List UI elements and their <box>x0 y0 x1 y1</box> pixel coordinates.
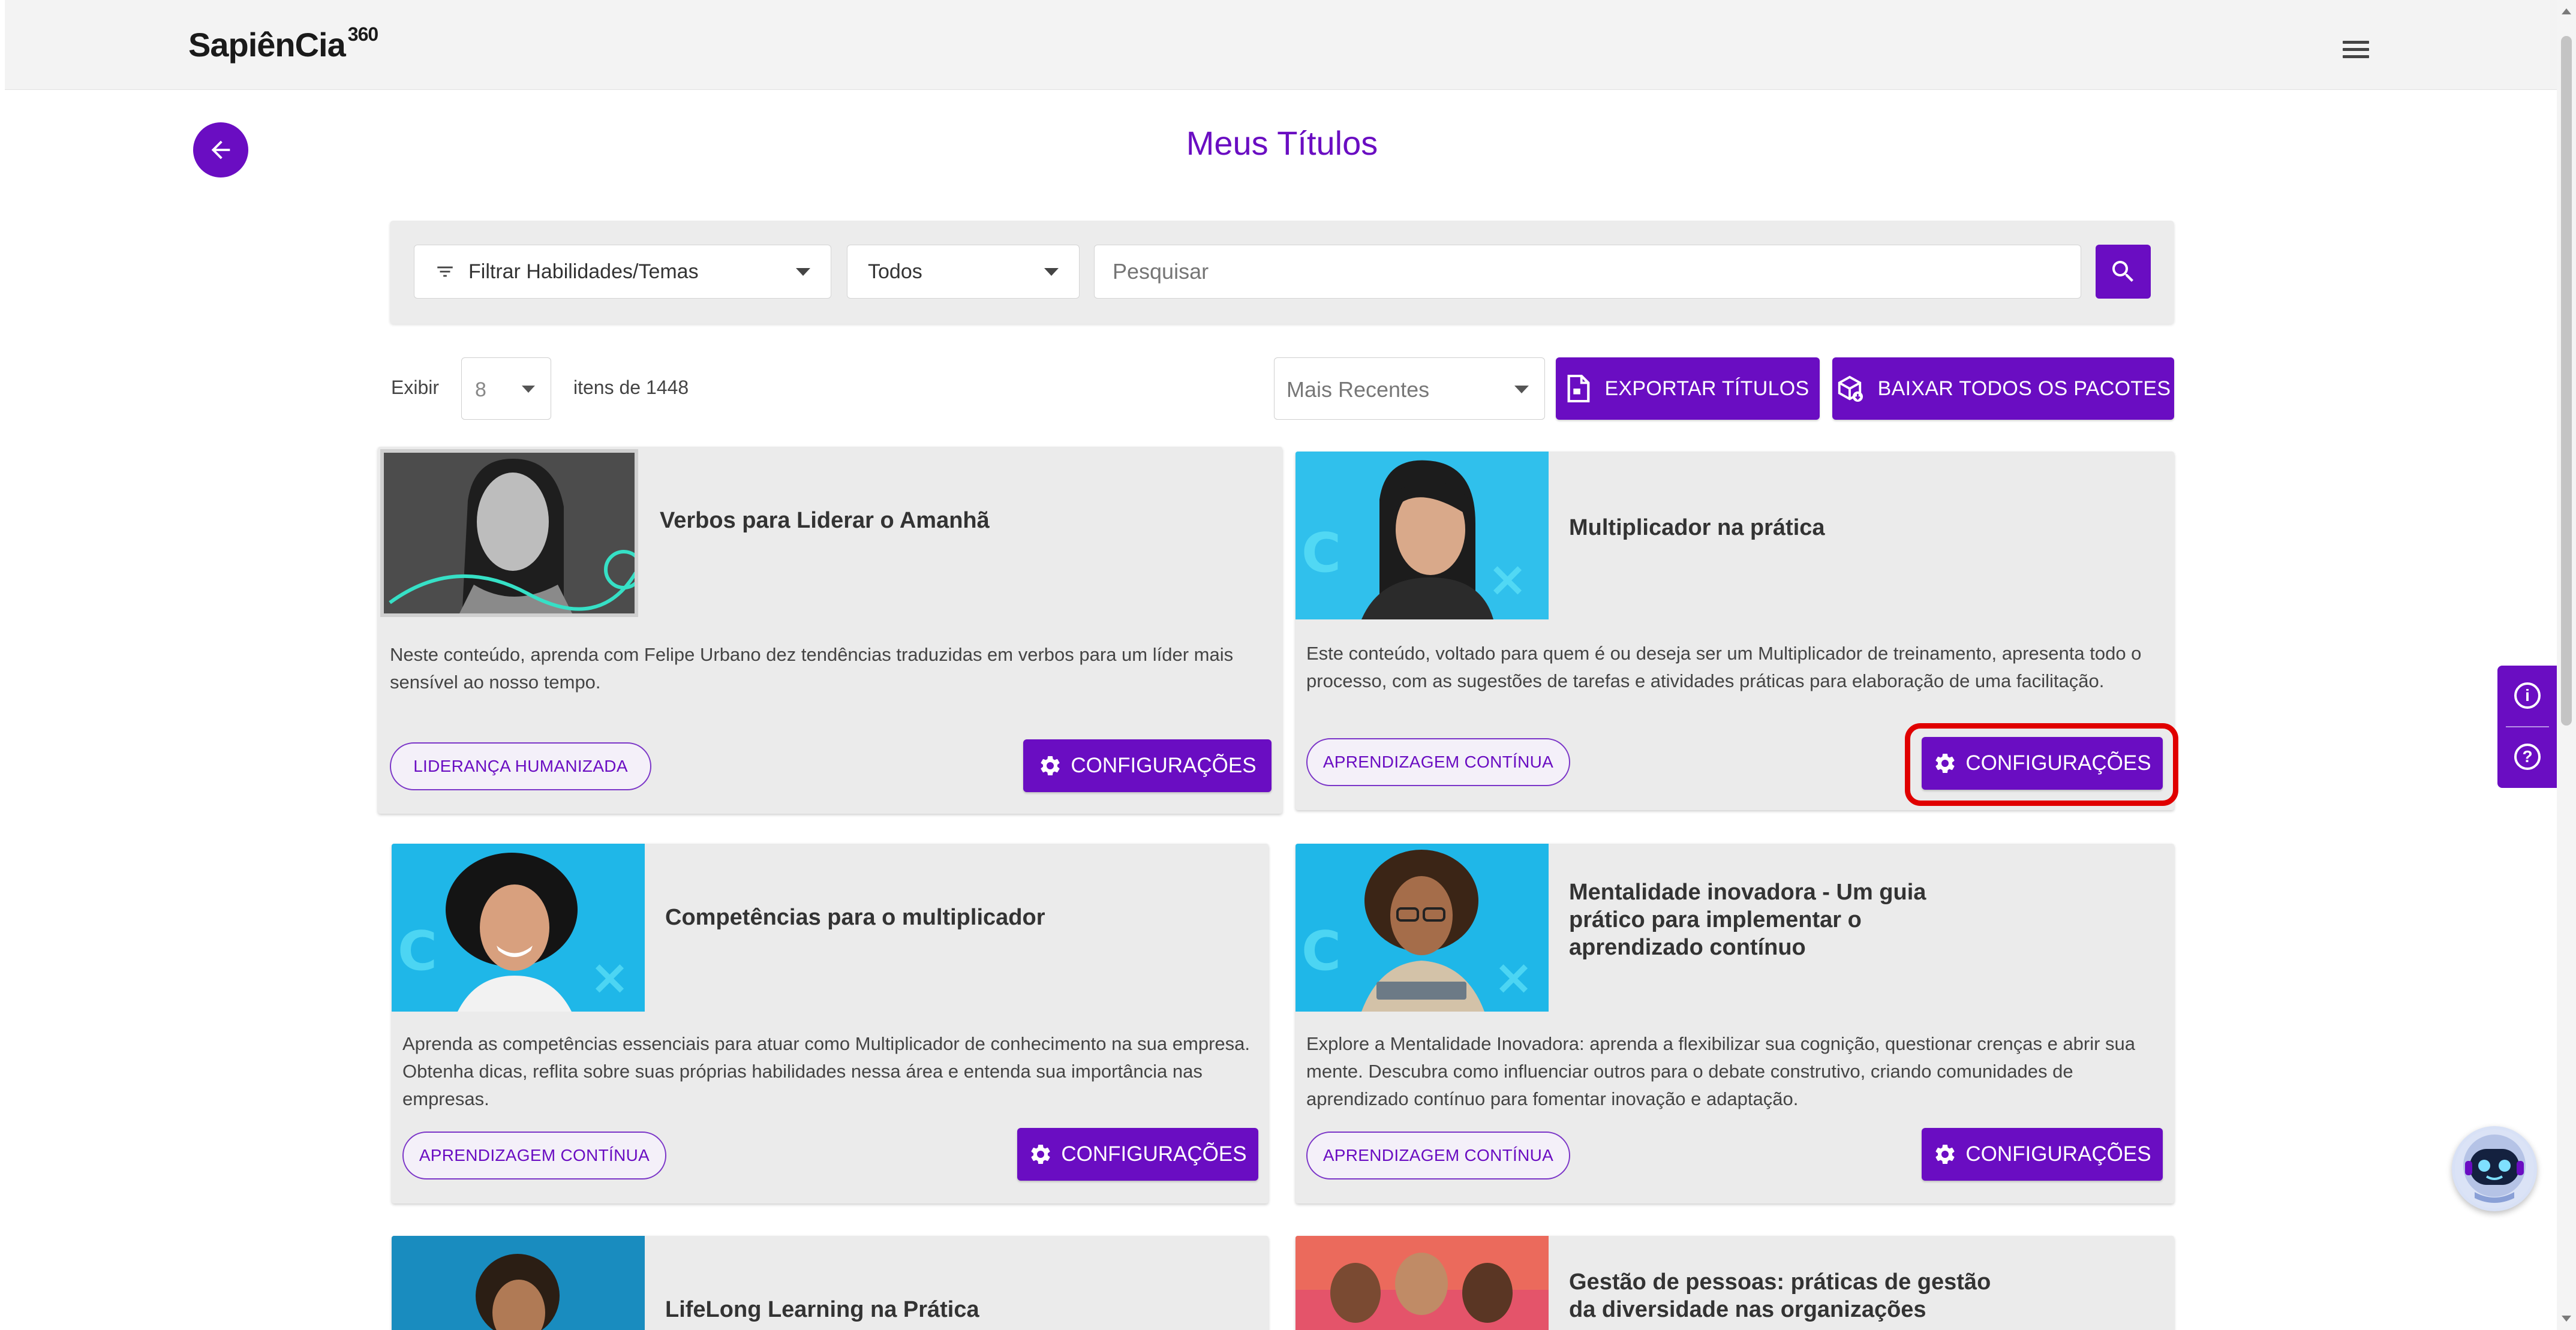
settings-button-label: CONFIGURAÇÕES <box>1965 1142 2151 1166</box>
hamburger-icon[interactable] <box>2343 41 2369 58</box>
search-button[interactable] <box>2096 245 2151 299</box>
card-title-line: prático para implementar o <box>1569 907 1862 932</box>
card-description-line: Neste conteúdo, aprenda com Felipe Urban… <box>390 644 1234 665</box>
card-title[interactable]: Mentalidade inovadora - Um guia prático … <box>1569 878 1926 961</box>
scroll-up-icon[interactable] <box>2562 8 2571 14</box>
svg-text:C: C <box>1301 920 1341 983</box>
filter-bar: Filtrar Habilidades/Temas Todos <box>390 221 2174 324</box>
card-title-line: aprendizado contínuo <box>1569 935 1806 960</box>
per-page-select[interactable]: 8 <box>461 357 551 420</box>
card-thumbnail: C × <box>1295 452 1549 619</box>
settings-button-label: CONFIGURAÇÕES <box>1071 754 1257 777</box>
settings-button[interactable]: CONFIGURAÇÕES <box>1023 739 1272 792</box>
svg-text:×: × <box>1487 551 1528 607</box>
card-title[interactable]: Multiplicador na prática <box>1569 514 1825 541</box>
topic-tag[interactable]: APRENDIZAGEM CONTÍNUA <box>1306 738 1570 786</box>
title-card[interactable]: Verbos para Liderar o Amanhã Neste conte… <box>378 447 1282 814</box>
card-description-line: Obtenha dicas, reflita sobre suas própri… <box>402 1061 1203 1082</box>
per-page-value: 8 <box>475 378 486 401</box>
card-description-line: aprendizado contínuo para fomentar inova… <box>1306 1088 1799 1109</box>
card-description: Aprenda as competências essenciais para … <box>402 1030 1250 1113</box>
card-description: Este conteúdo, voltado para quem é ou de… <box>1306 640 2141 695</box>
title-card[interactable]: LifeLong Learning na Prática <box>392 1236 1269 1330</box>
card-title[interactable]: Gestão de pessoas: práticas de gestão da… <box>1569 1268 1991 1323</box>
card-description-line: mente. Descubra como influenciar outros … <box>1306 1061 2073 1082</box>
card-title-line: Mentalidade inovadora - Um guia <box>1569 880 1926 905</box>
chevron-down-icon <box>1044 268 1059 276</box>
card-title-line: da diversidade nas organizações <box>1569 1297 1926 1322</box>
card-thumbnail: C × <box>1295 844 1549 1012</box>
svg-text:C: C <box>1301 522 1341 585</box>
card-description-line: empresas. <box>402 1088 489 1109</box>
filter-list-icon <box>437 266 453 277</box>
back-button[interactable] <box>193 122 248 177</box>
highlight-box <box>1905 723 2178 806</box>
gear-icon <box>1031 1145 1050 1164</box>
settings-button[interactable]: CONFIGURAÇÕES <box>1017 1128 1258 1181</box>
exibir-label: Exibir <box>391 377 440 398</box>
search-icon <box>2112 261 2133 282</box>
topic-tag[interactable]: APRENDIZAGEM CONTÍNUA <box>1306 1132 1570 1179</box>
document-export-icon <box>1567 375 1590 402</box>
chevron-down-icon <box>1514 386 1529 393</box>
gear-icon <box>1041 756 1060 775</box>
card-title[interactable]: Verbos para Liderar o Amanhã <box>660 507 990 534</box>
chevron-down-icon <box>796 268 810 276</box>
sort-select[interactable]: Mais Recentes <box>1274 357 1545 420</box>
page-scrollbar[interactable] <box>2557 0 2576 1330</box>
download-all-packages-button[interactable]: BAIXAR TODOS OS PACOTES <box>1832 357 2174 420</box>
skills-filter-label: Filtrar Habilidades/Temas <box>468 260 699 283</box>
settings-button-label: CONFIGURAÇÕES <box>1061 1142 1247 1166</box>
export-titles-label: EXPORTAR TÍTULOS <box>1604 377 1809 400</box>
card-description: Neste conteúdo, aprenda com Felipe Urban… <box>390 641 1233 696</box>
page-title: Meus Títulos <box>1186 124 1378 162</box>
card-thumbnail <box>380 449 638 617</box>
chatbot-assistant-button[interactable] <box>2452 1126 2537 1211</box>
skills-filter-select[interactable]: Filtrar Habilidades/Temas <box>414 245 831 299</box>
logo-text: SapiênCia <box>188 26 346 64</box>
title-card[interactable]: C × Mentalidade inovadora - Um guia prát… <box>1295 844 2174 1203</box>
card-title[interactable]: LifeLong Learning na Prática <box>665 1296 979 1323</box>
card-description-line: sensível ao nosso tempo. <box>390 672 601 693</box>
title-card[interactable]: Gestão de pessoas: práticas de gestão da… <box>1295 1236 2174 1330</box>
scroll-thumb[interactable] <box>2561 36 2572 726</box>
export-titles-button[interactable]: EXPORTAR TÍTULOS <box>1556 357 1820 420</box>
package-download-icon <box>1838 375 1863 402</box>
settings-button[interactable]: CONFIGURAÇÕES <box>1922 1128 2163 1181</box>
logo-sup: 360 <box>347 23 378 46</box>
card-title-line: Gestão de pessoas: práticas de gestão <box>1569 1269 1991 1295</box>
download-all-packages-label: BAIXAR TODOS OS PACOTES <box>1877 377 2171 400</box>
help-icon[interactable]: ? <box>2514 744 2541 770</box>
divider <box>2506 726 2549 727</box>
svg-text:×: × <box>1493 949 1534 1005</box>
app-logo[interactable]: SapiênCia 360 <box>188 23 378 64</box>
robot-icon <box>2455 1129 2534 1208</box>
card-title[interactable]: Competências para o multiplicador <box>665 904 1045 931</box>
card-description-line: Este conteúdo, voltado para quem é ou de… <box>1306 643 2142 664</box>
info-icon[interactable]: i <box>2514 682 2541 709</box>
card-description-line: processo, com as sugestões de tarefas e … <box>1306 670 2105 691</box>
status-select-value: Todos <box>868 260 922 283</box>
topic-tag[interactable]: APRENDIZAGEM CONTÍNUA <box>402 1132 666 1179</box>
scroll-down-icon[interactable] <box>2562 1316 2571 1322</box>
card-description-line: Explore a Mentalidade Inovadora: aprenda… <box>1306 1033 2136 1054</box>
sort-select-value: Mais Recentes <box>1287 377 1430 402</box>
card-thumbnail <box>1295 1236 1549 1330</box>
card-thumbnail: C × <box>392 844 645 1012</box>
search-input[interactable] <box>1094 245 2081 299</box>
card-description: Explore a Mentalidade Inovadora: aprenda… <box>1306 1030 2135 1113</box>
items-count: itens de 1448 <box>573 377 689 398</box>
top-header: SapiênCia 360 <box>5 0 2557 90</box>
svg-text:C: C <box>398 920 437 983</box>
card-description-line: Aprenda as competências essenciais para … <box>402 1033 1250 1054</box>
status-select[interactable]: Todos <box>847 245 1080 299</box>
topic-tag[interactable]: LIDERANÇA HUMANIZADA <box>390 742 651 790</box>
svg-text:×: × <box>590 949 630 1005</box>
side-help-widget: i ? <box>2497 666 2557 788</box>
card-thumbnail <box>392 1236 645 1330</box>
title-card[interactable]: C × Competências para o multiplicador Ap… <box>392 844 1269 1203</box>
chevron-down-icon <box>522 386 535 393</box>
arrow-left-icon <box>211 140 230 160</box>
gear-icon <box>1935 1145 1955 1164</box>
